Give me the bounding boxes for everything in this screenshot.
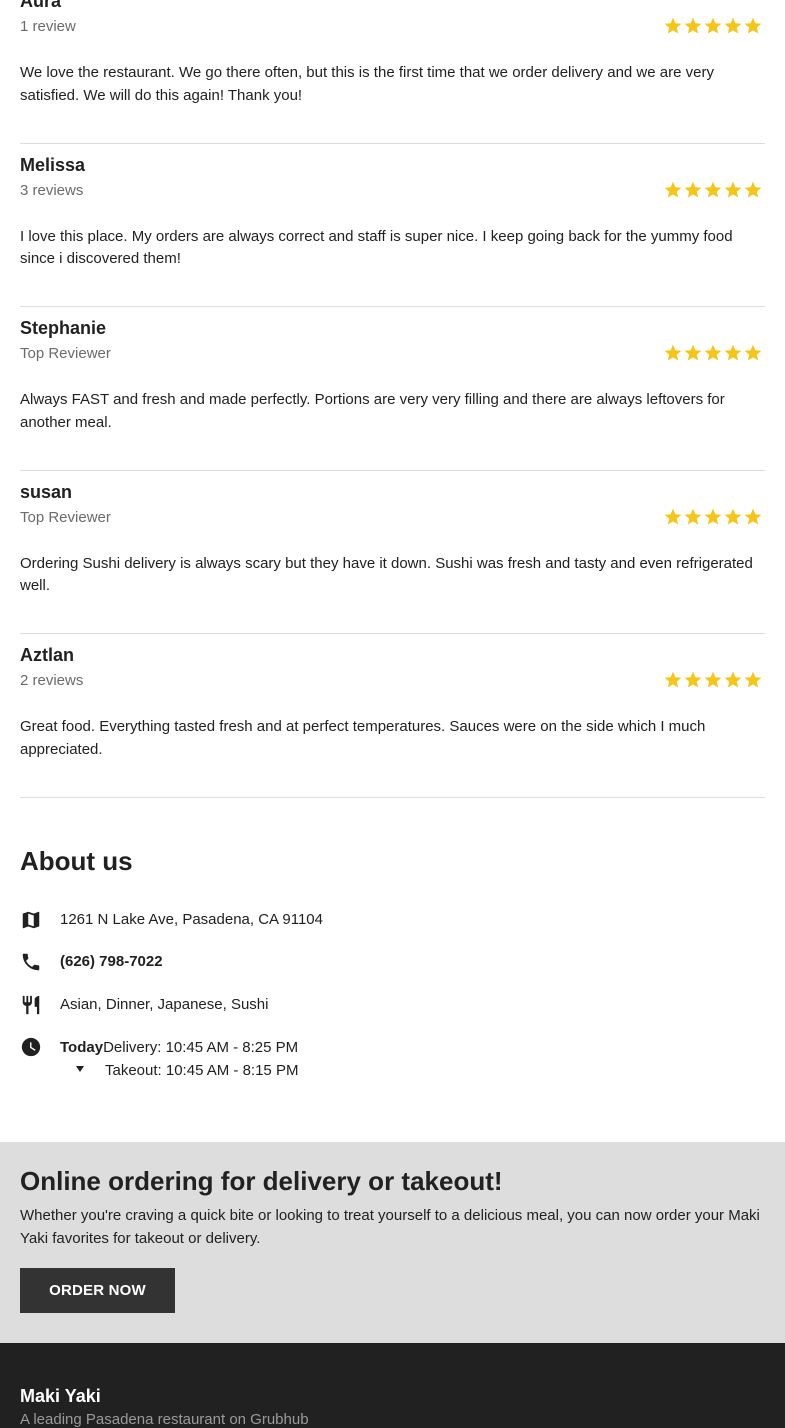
star-icon: [664, 181, 682, 197]
hours-today-label: Today: [60, 1039, 104, 1056]
delivery-hours: Delivery: 10:45 AM - 8:25 PM: [103, 1039, 299, 1056]
reviewer-name: Aztlan: [20, 645, 74, 665]
star-icon: [724, 671, 742, 688]
reviewer-meta: 3 reviews: [20, 181, 84, 199]
star-icon: [704, 181, 722, 197]
star-icon: [724, 344, 742, 361]
about-section: About us 1261 N Lake Ave, Pasadena, CA 9…: [20, 845, 765, 1079]
reviewer-name: Aura: [20, 0, 62, 11]
star-icon: [684, 671, 702, 688]
phone-link[interactable]: (626) 798-7022: [60, 951, 163, 973]
footer: Maki Yaki A leading Pasadena restaurant …: [0, 1343, 785, 1428]
star-icon: [684, 508, 702, 524]
reviewer-meta: Top Reviewer: [20, 508, 111, 526]
star-rating: [663, 180, 763, 200]
star-icon: [744, 344, 762, 361]
cta-text: Whether you're craving a quick bite or l…: [20, 1207, 760, 1247]
star-icon: [684, 17, 702, 34]
map-icon: [22, 911, 40, 929]
star-icon: [664, 508, 682, 524]
star-icon: [704, 344, 722, 361]
cuisine-text: Asian, Dinner, Japanese, Sushi: [60, 996, 269, 1013]
star-icon: [744, 508, 762, 524]
star-rating: [663, 16, 763, 36]
phone-row[interactable]: (626) 798-7022: [20, 951, 163, 973]
clock-icon: [21, 1037, 41, 1057]
hours-row: TodayDelivery: 10:45 AM - 8:25 PM Takeou…: [20, 1036, 298, 1079]
star-icon: [684, 181, 702, 197]
reviewer-name: Stephanie: [20, 318, 107, 338]
takeout-hours: Takeout: 10:45 AM - 8:15 PM: [105, 1062, 299, 1079]
star-icon: [744, 671, 762, 688]
footer-restaurant-name: Maki Yaki: [20, 1386, 101, 1406]
star-icon: [664, 671, 682, 688]
star-icon: [664, 344, 682, 361]
star-rating: [663, 670, 763, 690]
review-item: susan Top Reviewer Ordering Sushi delive…: [20, 471, 765, 634]
star-icon: [744, 181, 762, 197]
reviewer-meta: 1 review: [20, 18, 76, 35]
star-icon: [704, 17, 722, 34]
fork-knife-icon: [22, 995, 40, 1015]
star-icon: [724, 508, 742, 524]
star-icon: [664, 17, 682, 34]
review-item: Aztlan 2 reviews Great food. Everything …: [20, 634, 765, 798]
order-online-banner: Online ordering for delivery or takeout!…: [0, 1142, 785, 1343]
review-text: We love the restaurant. We go there ofte…: [20, 64, 714, 104]
star-icon: [704, 671, 722, 688]
reviewer-name: Melissa: [20, 154, 86, 175]
about-title: About us: [20, 846, 133, 876]
hours-block: TodayDelivery: 10:45 AM - 8:25 PM Takeou…: [60, 1036, 299, 1079]
star-rating: [663, 343, 763, 363]
review-item: Stephanie Top Reviewer Always FAST and f…: [20, 307, 765, 471]
review-item: Aura 1 review We love the restaurant. We…: [20, 0, 765, 144]
star-icon: [684, 344, 702, 361]
star-icon: [744, 17, 762, 34]
reviews-list: Aura 1 review We love the restaurant. We…: [20, 0, 765, 798]
reviewer-name: susan: [20, 481, 73, 502]
review-text: Great food. Everything tasted fresh and …: [20, 718, 706, 758]
review-text: I love this place. My orders are always …: [20, 227, 733, 268]
phone-icon: [22, 953, 40, 971]
cuisine-row: Asian, Dinner, Japanese, Sushi: [20, 994, 268, 1016]
review-text: Ordering Sushi delivery is always scary …: [20, 554, 753, 595]
address-row: 1261 N Lake Ave, Pasadena, CA 91104: [20, 909, 323, 931]
order-now-button[interactable]: ORDER NOW: [20, 1268, 175, 1313]
review-text: Always FAST and fresh and made perfectly…: [20, 391, 725, 431]
reviewer-meta: 2 reviews: [20, 672, 84, 689]
star-icon: [724, 181, 742, 197]
address-text: 1261 N Lake Ave, Pasadena, CA 91104: [60, 911, 323, 928]
star-icon: [704, 508, 722, 524]
caret-down-icon[interactable]: [76, 1066, 84, 1072]
reviewer-meta: Top Reviewer: [20, 345, 111, 362]
cta-title: Online ordering for delivery or takeout!: [20, 1166, 503, 1196]
star-icon: [724, 17, 742, 34]
review-item: Melissa 3 reviews I love this place. My …: [20, 144, 765, 307]
footer-tagline: A leading Pasadena restaurant on Grubhub: [20, 1411, 309, 1428]
star-rating: [663, 507, 763, 527]
